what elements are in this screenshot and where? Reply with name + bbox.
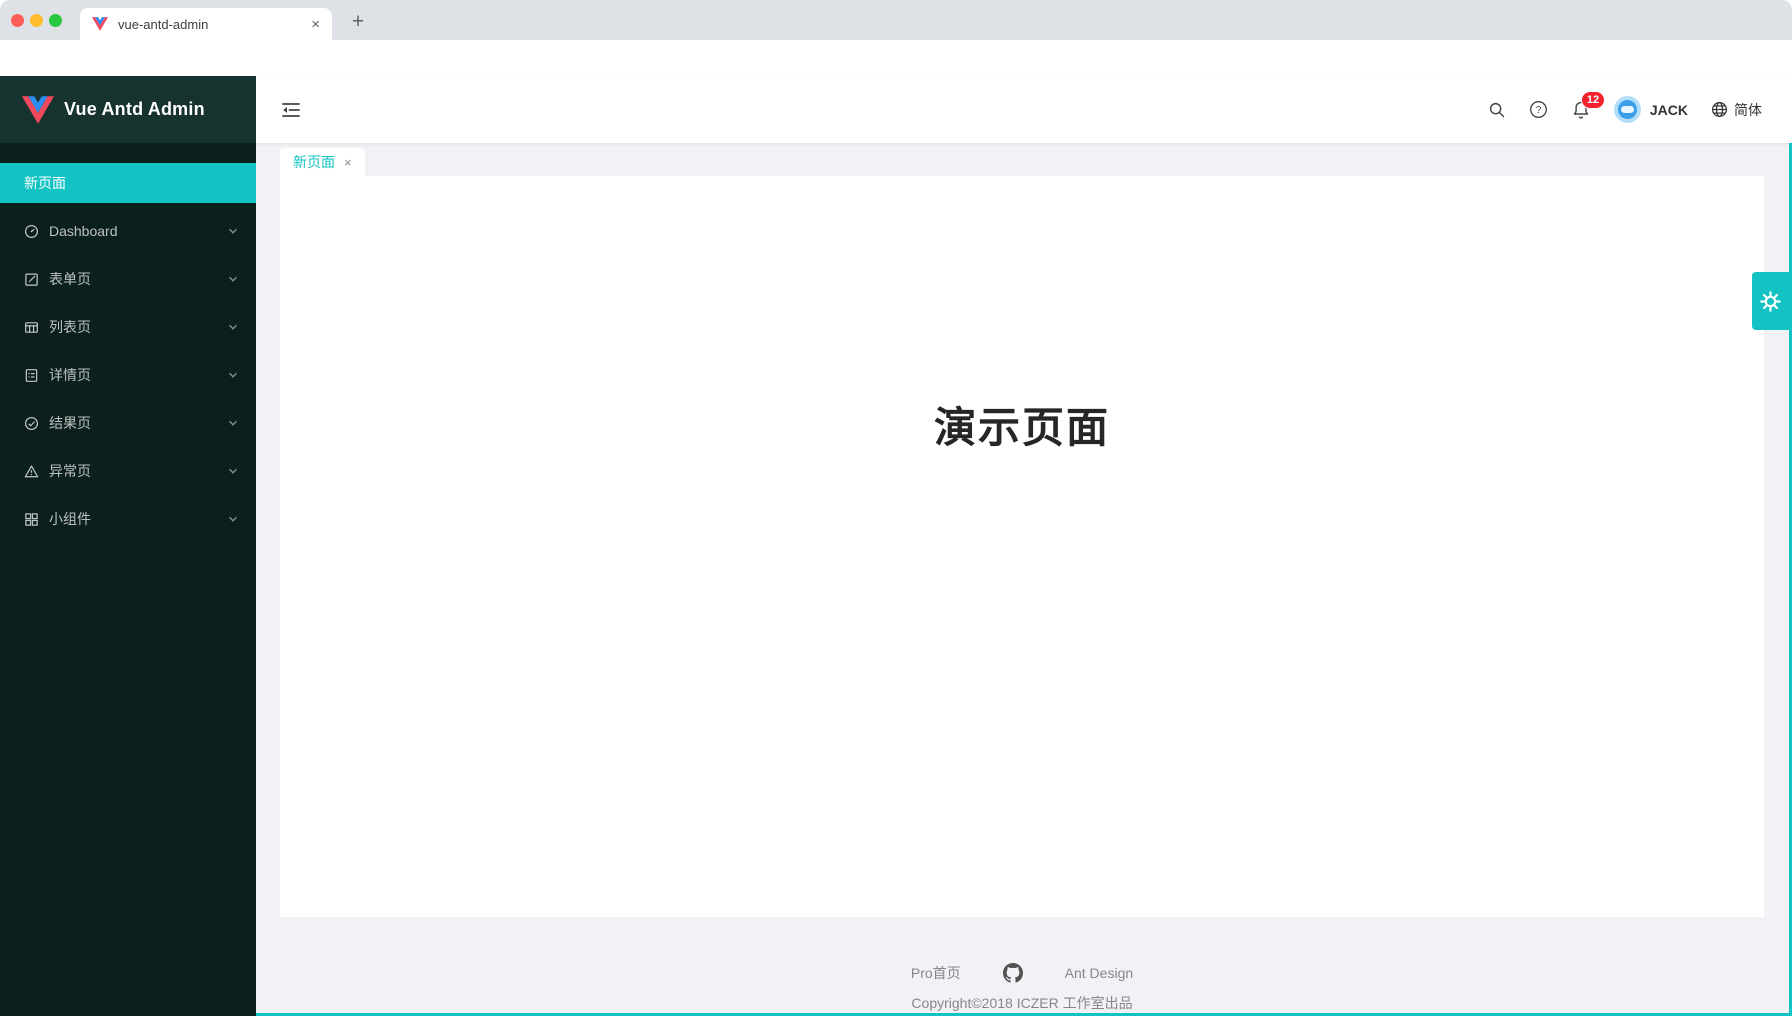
sidebar-item-details[interactable]: 详情页 — [0, 355, 256, 395]
language-switcher[interactable]: 简体 — [1711, 100, 1762, 120]
chevron-down-icon — [228, 514, 238, 524]
sidebar-item-label: 小组件 — [49, 509, 218, 529]
sidebar-item-label: 列表页 — [49, 317, 218, 337]
footer-link-ant-design[interactable]: Ant Design — [1065, 965, 1133, 981]
svg-text:?: ? — [1536, 105, 1542, 116]
sidebar-item-label: 详情页 — [49, 365, 218, 385]
page-title: 演示页面 — [280, 176, 1764, 455]
globe-icon — [1711, 101, 1728, 118]
user-name: JACK — [1650, 102, 1688, 118]
menu-fold-icon[interactable] — [280, 99, 302, 121]
sidebar-item-label: Dashboard — [49, 223, 218, 239]
browser-tab[interactable]: vue-antd-admin × — [80, 8, 332, 40]
warning-icon — [24, 464, 39, 479]
page-panel: 演示页面 — [280, 176, 1764, 917]
browser-toolbar: localhost:8080/#/newPage G文 ☆ h — [0, 40, 1792, 77]
window-minimize-button[interactable] — [30, 14, 43, 27]
chevron-down-icon — [228, 322, 238, 332]
language-label: 简体 — [1734, 100, 1762, 120]
browser-tab-strip: vue-antd-admin × + — [0, 0, 1792, 40]
settings-drawer-button[interactable] — [1752, 272, 1789, 330]
chevron-down-icon — [228, 418, 238, 428]
sidebar-item-forms[interactable]: 表单页 — [0, 259, 256, 299]
sidebar-item-widgets[interactable]: 小组件 — [0, 499, 256, 539]
sidebar-item-dashboard[interactable]: Dashboard — [0, 211, 256, 251]
browser-tab-title: vue-antd-admin — [118, 17, 301, 32]
user-avatar — [1614, 96, 1641, 123]
tab-close-icon[interactable]: × — [311, 17, 320, 32]
chevron-down-icon — [228, 466, 238, 476]
sidebar-item-label: 异常页 — [49, 461, 218, 481]
notification-badge: 12 — [1581, 91, 1605, 109]
app-header: ? 12 JACK 简体 — [256, 76, 1792, 143]
form-icon — [24, 272, 39, 287]
content-area: 新页面 × 演示页面 Pro首页 Ant Design Copyright©20… — [256, 143, 1792, 1016]
vue-favicon — [92, 17, 108, 31]
app-logo[interactable]: Vue Antd Admin — [0, 76, 256, 143]
profile-icon — [24, 368, 39, 383]
new-tab-button[interactable]: + — [344, 8, 372, 36]
page-tab-new-page[interactable]: 新页面 × — [280, 148, 365, 176]
footer-link-pro-home[interactable]: Pro首页 — [911, 963, 961, 983]
sidebar-item-label: 表单页 — [49, 269, 218, 289]
sidebar-item-exceptions[interactable]: 异常页 — [0, 451, 256, 491]
sidebar-item-results[interactable]: 结果页 — [0, 403, 256, 443]
sidebar-item-new-page[interactable]: 新页面 — [0, 163, 256, 203]
page-tab-label: 新页面 — [293, 152, 335, 172]
dashboard-icon — [24, 224, 39, 239]
sidebar-menu: 新页面 Dashboard 表单页 列表页 — [0, 143, 256, 539]
vue-logo-icon — [22, 96, 54, 124]
page-tab-close-icon[interactable]: × — [344, 155, 352, 170]
copyright-text: Copyright©2018 ICZER 工作室出品 — [280, 993, 1764, 1013]
chevron-down-icon — [228, 370, 238, 380]
sidebar-item-label: 新页面 — [24, 173, 66, 193]
table-icon — [24, 320, 39, 335]
gear-icon — [1759, 290, 1782, 313]
help-icon[interactable]: ? — [1529, 100, 1548, 119]
sidebar-item-lists[interactable]: 列表页 — [0, 307, 256, 347]
sidebar: Vue Antd Admin 新页面 Dashboard 表单页 列表页 — [0, 76, 256, 1016]
appstore-icon — [24, 512, 39, 527]
sidebar-item-label: 结果页 — [49, 413, 218, 433]
user-menu[interactable]: JACK — [1614, 96, 1688, 123]
notification-bell-icon[interactable]: 12 — [1571, 100, 1591, 120]
github-icon[interactable] — [1003, 963, 1023, 983]
check-circle-icon — [24, 416, 39, 431]
window-close-button[interactable] — [11, 14, 24, 27]
app-title: Vue Antd Admin — [64, 99, 205, 120]
window-zoom-button[interactable] — [49, 14, 62, 27]
footer: Pro首页 Ant Design Copyright©2018 ICZER 工作… — [280, 963, 1764, 1013]
chevron-down-icon — [228, 274, 238, 284]
chevron-down-icon — [228, 226, 238, 236]
search-icon[interactable] — [1488, 101, 1506, 119]
